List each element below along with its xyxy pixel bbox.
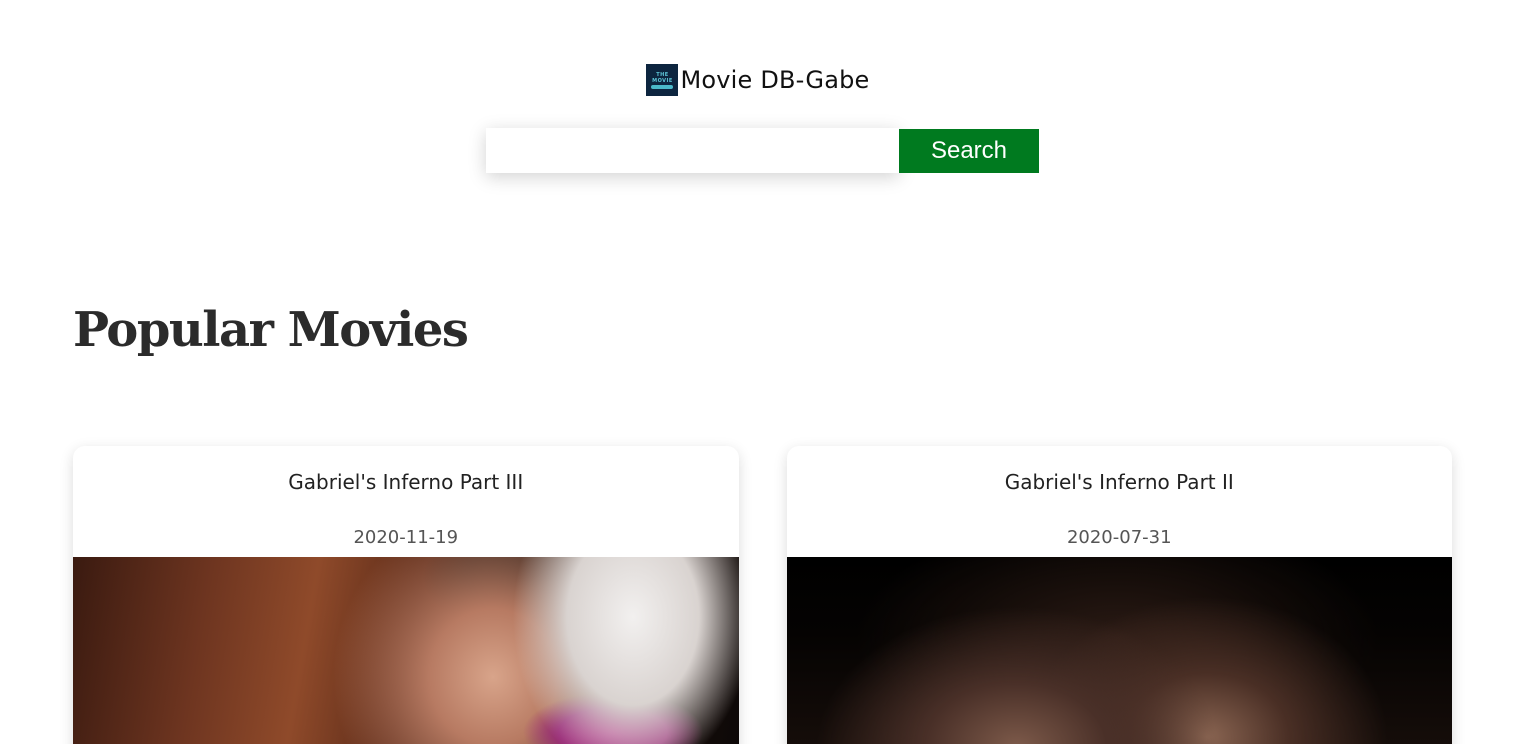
tmdb-logo-icon[interactable]: THE MOVIE — [646, 64, 679, 96]
movie-release-date: 2020-11-19 — [353, 527, 459, 548]
movie-card[interactable]: Gabriel's Inferno Part II 2020-07-31 — [786, 446, 1452, 744]
page: THE MOVIE Movie DB-Gabe Search Popular M… — [0, 0, 1516, 744]
search-bar: Search — [486, 128, 1039, 173]
brand-header: THE MOVIE Movie DB-Gabe — [0, 64, 1516, 96]
page-title: Popular Movies — [73, 302, 469, 358]
movie-poster-image[interactable] — [786, 557, 1452, 744]
movie-poster-image[interactable] — [73, 557, 739, 744]
movie-card[interactable]: Gabriel's Inferno Part III 2020-11-19 — [73, 446, 739, 744]
brand-title[interactable]: Movie DB-Gabe — [680, 66, 869, 94]
movie-release-date: 2020-07-31 — [1066, 527, 1172, 548]
movie-list: Gabriel's Inferno Part III 2020-11-19 Ga… — [73, 446, 1452, 744]
search-input[interactable] — [486, 128, 899, 173]
movie-title: Gabriel's Inferno Part II — [1004, 470, 1234, 494]
search-button[interactable]: Search — [899, 129, 1039, 173]
movie-title: Gabriel's Inferno Part III — [288, 470, 524, 494]
logo-text-movie: MOVIE — [652, 77, 673, 84]
logo-pill — [651, 84, 674, 89]
